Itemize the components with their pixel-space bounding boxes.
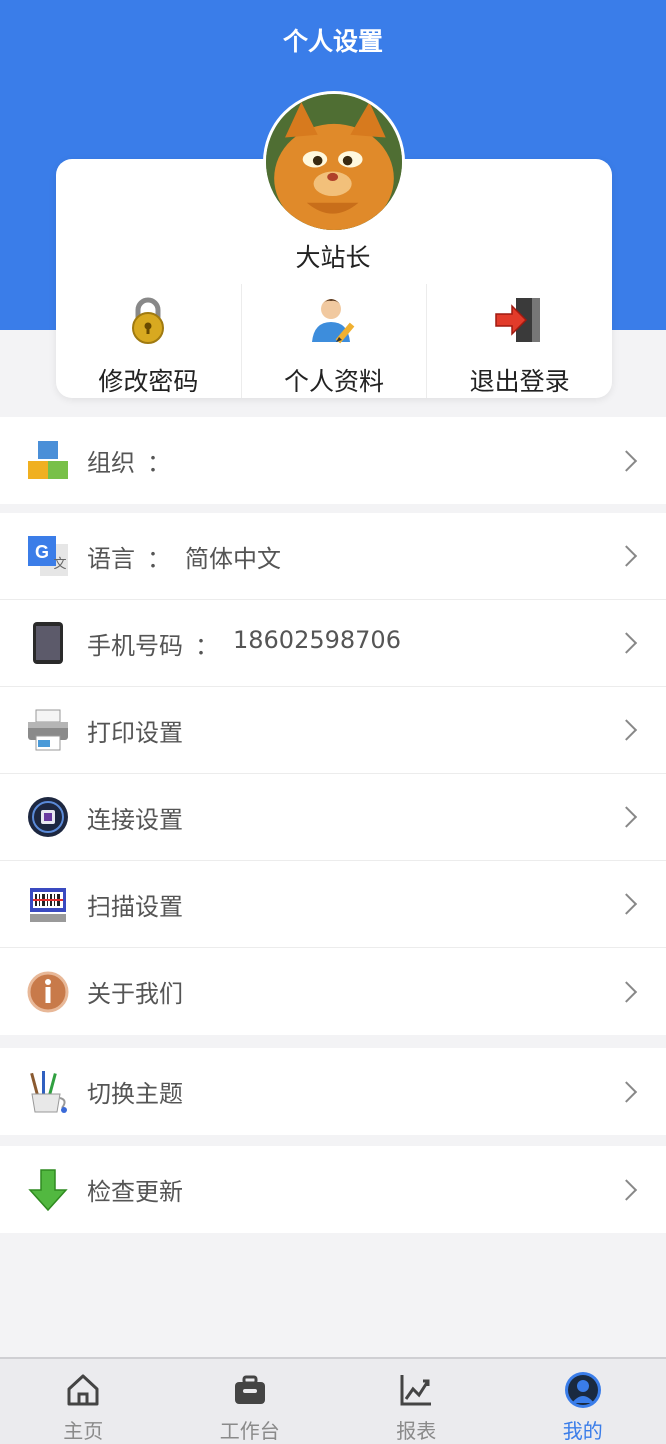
settings-group-update: 检查更新 [0,1146,666,1233]
chevron-right-icon [615,1080,638,1103]
paint-brushes-icon [30,1070,67,1113]
language-label: 语言 [87,544,135,573]
username: 大站长 [295,243,371,272]
personal-info-label: 个人资料 [284,367,385,396]
page-title: 个人设置 [282,27,383,56]
chevron-right-icon [615,449,638,472]
scan-settings-row[interactable]: 扫描设置 [0,861,666,948]
switch-theme-label: 切换主题 [87,1080,183,1108]
about-us-label: 关于我们 [87,980,183,1008]
phone-separator: ： [195,631,219,660]
svg-text:G: G [35,542,49,562]
connection-settings-label: 连接设置 [87,805,183,834]
phone-row[interactable]: 手机号码 ： 18602598706 [0,600,666,687]
chevron-right-icon [615,806,638,828]
organization-separator: ： [147,449,171,477]
check-update-label: 检查更新 [87,1178,183,1206]
chevron-right-icon [615,719,638,741]
svg-text:文: 文 [53,557,66,572]
cat-avatar-icon [266,94,402,230]
printer-icon [28,709,68,751]
switch-theme-row[interactable]: 切换主题 [0,1048,666,1135]
chart-icon [400,1375,432,1406]
home-icon [67,1374,99,1406]
avatar[interactable] [263,91,405,233]
tab-workbench-label: 工作台 [219,1419,280,1443]
user-profile-icon [312,299,355,344]
tab-home[interactable]: 主页 [0,1359,167,1444]
print-settings-row[interactable]: 打印设置 [0,687,666,774]
chevron-right-icon [615,893,638,915]
tab-home-label: 主页 [63,1419,104,1443]
scan-settings-label: 扫描设置 [87,892,183,921]
tab-mine[interactable]: 我的 [500,1359,666,1444]
phone-label: 手机号码 [87,631,183,660]
about-us-row[interactable]: 关于我们 [0,948,666,1035]
change-password-label: 修改密码 [98,367,199,396]
padlock-icon [132,297,165,344]
profile-actions: 修改密码 个人资料 退出登录 [56,284,612,398]
language-row[interactable]: G 文 语言 ： 简体中文 [0,513,666,600]
connection-settings-row[interactable]: 连接设置 [0,774,666,861]
personal-info-button[interactable]: 个人资料 [242,284,428,398]
tab-reports-label: 报表 [396,1419,437,1443]
language-value: 简体中文 [185,544,281,573]
tab-reports[interactable]: 报表 [333,1359,500,1444]
chevron-right-icon [615,1178,638,1201]
settings-group-organization: 组织 ： [0,417,666,504]
tablet-icon [33,622,63,664]
translate-icon: G 文 [28,536,68,576]
organization-row[interactable]: 组织 ： [0,417,666,504]
toolbox-icon [234,1375,265,1404]
chevron-right-icon [615,632,638,654]
phone-value: 18602598706 [233,625,401,654]
chevron-right-icon [615,980,638,1003]
download-arrow-icon [28,1168,68,1211]
chevron-right-icon [615,545,638,567]
connection-icon [28,797,68,837]
organization-label: 组织 [87,449,135,477]
barcode-scanner-icon [30,888,66,922]
logout-door-icon [494,298,540,342]
bottom-tab-bar: 主页 工作台 报表 我的 [0,1357,666,1444]
check-update-row[interactable]: 检查更新 [0,1146,666,1233]
change-password-button[interactable]: 修改密码 [56,284,242,398]
logout-button[interactable]: 退出登录 [427,284,612,398]
tab-workbench[interactable]: 工作台 [167,1359,334,1444]
user-avatar-icon [564,1372,601,1408]
blocks-icon [28,440,68,479]
logout-label: 退出登录 [469,367,570,396]
language-separator: ： [147,544,171,573]
settings-group-main: G 文 语言 ： 简体中文 手机号码 ： 18602598706 打印设置 连接… [0,513,666,1035]
settings-group-theme: 切换主题 [0,1048,666,1135]
tab-mine-label: 我的 [562,1419,603,1443]
info-icon [27,971,69,1012]
print-settings-label: 打印设置 [87,718,183,747]
